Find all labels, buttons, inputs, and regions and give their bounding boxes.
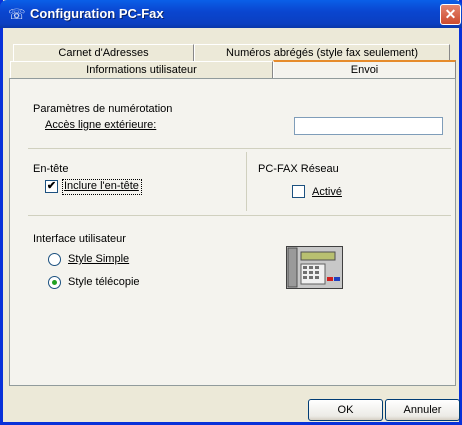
- network-enabled-label[interactable]: Activé: [312, 186, 342, 198]
- section-divider-vertical: [246, 152, 247, 211]
- fax-app-icon: ☏: [8, 6, 26, 22]
- tab-address-book[interactable]: Carnet d'Adresses: [13, 44, 194, 61]
- outside-line-label: Accès ligne extérieure:: [45, 119, 157, 131]
- dialing-section-title: Paramètres de numérotation: [33, 103, 173, 115]
- outside-line-input[interactable]: [294, 117, 443, 135]
- radio-style-fax-label[interactable]: Style télécopie: [68, 276, 140, 288]
- include-header-label[interactable]: Inclure l'en-tête: [64, 180, 139, 192]
- interface-section-title: Interface utilisateur: [33, 233, 126, 245]
- tab-user-information[interactable]: Informations utilisateur: [10, 61, 273, 78]
- close-button[interactable]: ✕: [440, 4, 461, 25]
- radio-style-fax[interactable]: [48, 276, 61, 289]
- section-divider: [28, 148, 451, 149]
- network-section-title: PC-FAX Réseau: [258, 163, 339, 175]
- fax-machine-icon: [286, 246, 343, 289]
- radio-style-simple[interactable]: [48, 253, 61, 266]
- header-section-title: En-tête: [33, 163, 69, 175]
- check-mark-icon: ✔: [46, 180, 57, 192]
- tab-speed-dial[interactable]: Numéros abrégés (style fax seulement): [194, 44, 450, 61]
- ok-button[interactable]: OK: [308, 399, 383, 421]
- network-enabled-checkbox[interactable]: [292, 185, 305, 198]
- section-divider: [28, 215, 451, 216]
- window-title: Configuration PC-Fax: [30, 6, 164, 21]
- include-header-checkbox[interactable]: ✔: [45, 180, 58, 193]
- cancel-button[interactable]: Annuler: [385, 399, 460, 421]
- tab-send[interactable]: Envoi: [273, 60, 456, 79]
- title-bar[interactable]: ☏ Configuration PC-Fax ✕: [0, 0, 462, 28]
- radio-style-simple-label[interactable]: Style Simple: [68, 253, 129, 265]
